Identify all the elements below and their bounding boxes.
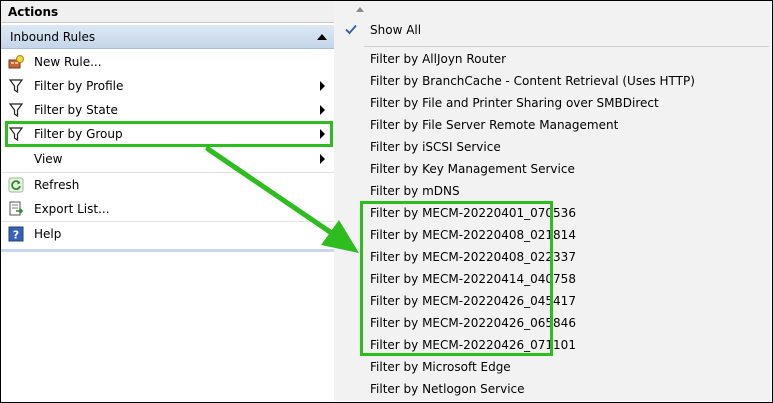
actions-pane: Actions Inbound Rules New Rule... Filter… — [1, 1, 334, 402]
actions-title: Actions — [1, 1, 334, 23]
filter-by-group-highlight — [5, 121, 333, 147]
submenu-separator — [364, 46, 769, 47]
checkmark-icon — [345, 24, 357, 35]
filter-group-item[interactable]: Filter by Netlogon Service — [370, 378, 525, 400]
view-action[interactable]: View — [1, 147, 334, 171]
filter-by-profile-action[interactable]: Filter by Profile — [1, 74, 334, 98]
filter-group-item[interactable]: Filter by Microsoft Edge — [370, 356, 511, 378]
filter-group-item[interactable]: Filter by File and Printer Sharing over … — [370, 92, 659, 114]
filter-group-item[interactable]: Filter by AllJoyn Router — [370, 48, 506, 70]
filter-group-item[interactable]: Filter by iSCSI Service — [370, 136, 501, 158]
view-label: View — [34, 152, 63, 166]
inbound-rules-header[interactable]: Inbound Rules — [1, 25, 334, 49]
pane-bottom-bar — [1, 249, 334, 252]
help-label: Help — [34, 227, 62, 241]
filter-group-item[interactable]: Filter by mDNS — [370, 180, 460, 202]
export-icon — [9, 201, 24, 216]
filter-by-group-submenu: Show All Filter by AllJoyn Router Filter… — [334, 1, 771, 401]
export-list-label: Export List... — [34, 202, 110, 216]
show-all-item[interactable]: Show All — [334, 18, 771, 42]
inbound-rules-label: Inbound Rules — [10, 30, 96, 44]
new-rule-label: New Rule... — [34, 55, 102, 69]
filter-group-item[interactable]: Filter by BranchCache - Content Retrieva… — [370, 70, 695, 92]
submenu-arrow-icon — [320, 81, 325, 91]
filter-by-state-label: Filter by State — [34, 103, 118, 117]
filter-icon — [8, 103, 24, 118]
scroll-up-icon[interactable] — [356, 7, 364, 12]
refresh-action[interactable]: Refresh — [1, 173, 334, 197]
filter-group-item[interactable]: Filter by Key Management Service — [370, 158, 575, 180]
filter-icon — [8, 79, 24, 94]
mecm-groups-highlight — [360, 201, 553, 356]
export-list-action[interactable]: Export List... — [1, 197, 334, 221]
new-rule-icon — [8, 55, 24, 69]
new-rule-action[interactable]: New Rule... — [1, 50, 334, 74]
filter-group-item[interactable]: Filter by File Server Remote Management — [370, 114, 618, 136]
filter-by-state-action[interactable]: Filter by State — [1, 98, 334, 122]
submenu-arrow-icon — [320, 105, 325, 115]
svg-text:?: ? — [13, 229, 19, 242]
refresh-icon — [8, 177, 24, 193]
collapse-arrow-icon[interactable] — [317, 34, 327, 40]
filter-by-profile-label: Filter by Profile — [34, 79, 124, 93]
submenu-arrow-icon — [320, 154, 325, 164]
refresh-label: Refresh — [34, 178, 80, 192]
show-all-label: Show All — [370, 23, 422, 37]
help-icon: ? — [8, 226, 24, 242]
help-action[interactable]: ? Help — [1, 222, 334, 246]
